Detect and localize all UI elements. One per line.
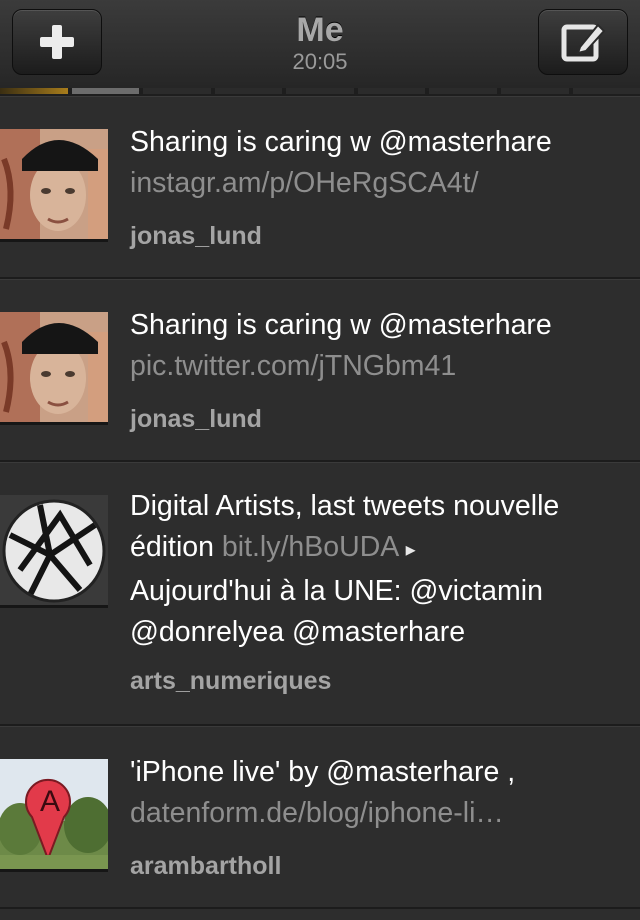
avatar[interactable]	[0, 129, 108, 239]
page-dot[interactable]	[143, 88, 211, 94]
page-dot[interactable]	[500, 88, 569, 94]
svg-text:A: A	[40, 785, 60, 818]
page-dot[interactable]	[572, 88, 640, 94]
tweet-item[interactable]: Sharing is caring w @masterhare pic.twit…	[0, 279, 640, 462]
tweet-item[interactable]: Digital Artists, last tweets nouvelle éd…	[0, 462, 640, 726]
tweet-author[interactable]: arambartholl	[130, 851, 281, 881]
arambartholl-avatar: A	[0, 759, 108, 869]
page-dot[interactable]	[357, 88, 426, 94]
compose-icon	[561, 23, 606, 62]
tweet-text: Sharing is caring w @masterhare	[130, 309, 552, 341]
page-dot[interactable]	[214, 88, 283, 94]
avatar[interactable]	[0, 495, 108, 605]
page-dot[interactable]	[286, 88, 354, 94]
tweet-text: 'iPhone live' by @masterhare ,	[130, 756, 516, 788]
tweet-text: Digital Artists, last tweets nouvelle	[130, 490, 560, 522]
tweet-link[interactable]: pic.twitter.com/jTNGbm41	[130, 346, 624, 387]
tweet-author[interactable]: jonas_lund	[130, 221, 262, 251]
jonas-lund-avatar	[0, 129, 108, 239]
tweet-author[interactable]: jonas_lund	[130, 404, 262, 434]
tweet-item[interactable]: Sharing is caring w @masterhare instagr.…	[0, 96, 640, 279]
tweet-text: Aujourd'hui à la UNE: @victamin	[130, 575, 543, 607]
tweet-author[interactable]: arts_numeriques	[130, 666, 331, 696]
jonas-lund-avatar	[0, 312, 108, 422]
tweet-link[interactable]: bit.ly/hBoUDA	[222, 531, 398, 563]
compose-button[interactable]	[538, 9, 628, 75]
tweet-link[interactable]: instagr.am/p/OHeRgSCA4t/	[130, 163, 624, 204]
navigation-bar: Me 20:05	[0, 0, 640, 89]
page-indicator	[0, 88, 640, 96]
tweet-item[interactable]: A 'iPhone live' by @masterhare , datenfo…	[0, 726, 640, 909]
tweet-list: Sharing is caring w @masterhare instagr.…	[0, 96, 640, 909]
tweet-link[interactable]: datenform.de/blog/iphone-li…	[130, 793, 624, 834]
page-dot-active[interactable]	[71, 88, 140, 94]
arrow-icon: ▸	[405, 539, 416, 561]
arts-numeriques-avatar	[0, 495, 108, 605]
tweet-text: @donrelyea @masterhare	[130, 616, 466, 648]
tweet-text: Sharing is caring w @masterhare	[130, 126, 552, 158]
avatar[interactable]: A	[0, 759, 108, 869]
avatar[interactable]	[0, 312, 108, 422]
page-dot[interactable]	[0, 88, 68, 94]
tweet-text: édition	[130, 531, 222, 563]
page-dot[interactable]	[429, 88, 497, 94]
